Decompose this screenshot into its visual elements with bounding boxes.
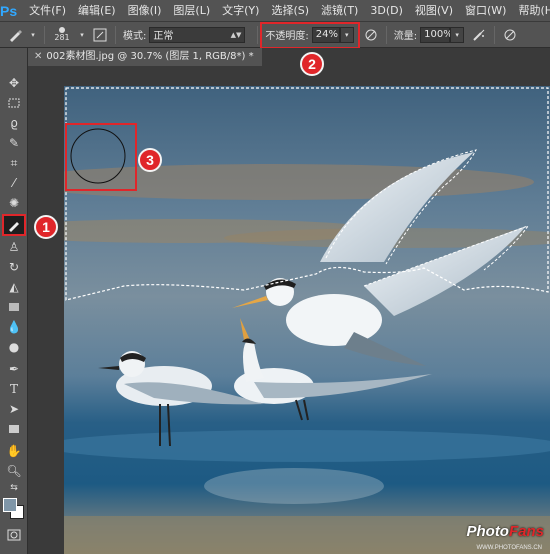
swap-colors-icon[interactable]: ⇆ <box>2 482 26 494</box>
brush-size-arrow[interactable]: ▾ <box>75 27 89 43</box>
mode-dropdown[interactable]: 正常 ▲▼ <box>149 26 246 43</box>
watermark-logo: PhotoFans <box>466 523 544 540</box>
canvas-photo[interactable] <box>64 86 550 554</box>
quick-mask-icon[interactable] <box>2 526 26 544</box>
brush-size-picker[interactable]: 281 <box>49 24 75 46</box>
document-tab-bar: ✕ 002素材图.jpg @ 30.7% (图层 1, RGB/8*) * <box>28 48 550 66</box>
marquee-tool-icon[interactable] <box>2 94 26 112</box>
shape-tool-icon[interactable] <box>2 420 26 438</box>
separator <box>257 25 259 44</box>
menu-bar: Ps 文件(F) 编辑(E) 图像(I) 图层(L) 文字(Y) 选择(S) 滤… <box>0 0 550 22</box>
separator <box>494 25 496 44</box>
menu-layer[interactable]: 图层(L) <box>167 0 216 22</box>
menu-file[interactable]: 文件(F) <box>23 0 72 22</box>
document-tab-title: 002素材图.jpg @ 30.7% (图层 1, RGB/8*) * <box>46 51 254 62</box>
flow-value: 100% <box>424 29 453 40</box>
gradient-tool-icon[interactable] <box>2 298 26 316</box>
separator <box>115 25 116 44</box>
type-tool-icon[interactable]: T <box>2 380 26 398</box>
flow-label: 流量: <box>393 31 418 42</box>
brush-panel-icon[interactable] <box>89 24 111 46</box>
mode-label: 模式: <box>123 31 147 42</box>
menu-select[interactable]: 选择(S) <box>265 0 315 22</box>
quick-select-tool-icon[interactable]: ✎ <box>2 134 26 152</box>
opacity-highlight <box>260 22 360 49</box>
brush-size-value: 281 <box>54 33 70 42</box>
menu-view[interactable]: 视图(V) <box>409 0 459 22</box>
menu-type[interactable]: 文字(Y) <box>216 0 265 22</box>
menu-edit[interactable]: 编辑(E) <box>72 0 122 22</box>
history-brush-tool-icon[interactable]: ↻ <box>2 258 26 276</box>
brush-tool-icon[interactable] <box>2 214 26 236</box>
clone-stamp-tool-icon[interactable]: ♙ <box>2 238 26 256</box>
mode-value: 正常 <box>153 31 174 42</box>
document-tab[interactable]: ✕ 002素材图.jpg @ 30.7% (图层 1, RGB/8*) * <box>28 48 262 66</box>
preset-dropdown-arrow[interactable]: ▾ <box>26 27 40 43</box>
photo-image <box>64 86 550 554</box>
callout-2: 2 <box>300 52 324 76</box>
separator <box>44 25 45 44</box>
menu-items: 文件(F) 编辑(E) 图像(I) 图层(L) 文字(Y) 选择(S) 滤镜(T… <box>23 0 550 22</box>
callout-1: 1 <box>34 215 58 239</box>
crop-tool-icon[interactable]: ⌗ <box>2 154 26 172</box>
flow-input[interactable]: 100% <box>420 26 453 43</box>
close-icon[interactable]: ✕ <box>34 48 42 66</box>
chevron-down-icon: ▲▼ <box>230 30 242 39</box>
callout-3: 3 <box>138 148 162 172</box>
foreground-color-swatch[interactable] <box>3 498 17 512</box>
lasso-tool-icon[interactable]: ϱ <box>2 114 26 132</box>
hand-tool-icon[interactable]: ✋ <box>2 442 26 460</box>
pressure-opacity-icon[interactable] <box>360 24 382 46</box>
eraser-tool-icon[interactable]: ◭ <box>2 278 26 296</box>
watermark-url: WWW.PHOTOFANS.CN <box>476 545 542 551</box>
flow-slider-button[interactable]: ▾ <box>450 26 465 43</box>
move-tool-icon[interactable]: ✥ <box>2 74 26 92</box>
pen-tool-icon[interactable]: ✒ <box>2 360 26 378</box>
pressure-size-icon[interactable] <box>499 24 521 46</box>
dodge-tool-icon[interactable]: ● <box>2 338 26 356</box>
brush-tool-preset-icon[interactable] <box>4 24 26 46</box>
healing-brush-tool-icon[interactable]: ✺ <box>2 194 26 212</box>
menu-filter[interactable]: 滤镜(T) <box>315 0 364 22</box>
path-select-tool-icon[interactable]: ➤ <box>2 400 26 418</box>
menu-window[interactable]: 窗口(W) <box>459 0 512 22</box>
menu-3d[interactable]: 3D(D) <box>364 0 409 22</box>
blur-tool-icon[interactable]: 💧 <box>2 318 26 336</box>
menu-help[interactable]: 帮助(H) <box>512 0 550 22</box>
zoom-tool-icon[interactable]: 🔍︎ <box>2 462 26 480</box>
eyedropper-tool-icon[interactable]: ⁄ <box>2 174 26 192</box>
airbrush-icon[interactable] <box>468 24 490 46</box>
photoshop-logo: Ps <box>0 2 18 19</box>
menu-image[interactable]: 图像(I) <box>122 0 168 22</box>
separator <box>385 25 387 44</box>
tools-panel: ✥ ϱ ✎ ⌗ ⁄ ✺ ♙ ↻ ◭ 💧 ● ✒ T ➤ ✋ 🔍︎ ⇆ <box>0 48 28 554</box>
